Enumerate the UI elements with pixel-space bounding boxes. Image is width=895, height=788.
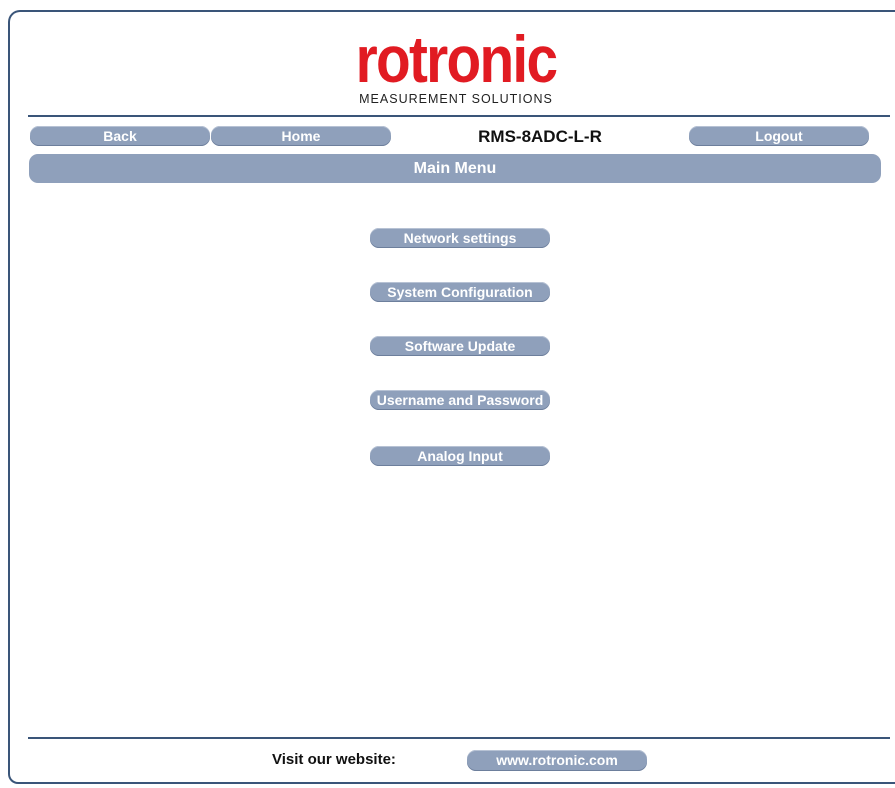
- footer-visit-label: Visit our website:: [272, 751, 396, 768]
- username-password-button[interactable]: Username and Password: [370, 390, 550, 410]
- system-configuration-button[interactable]: System Configuration: [370, 282, 550, 302]
- rotronic-logo: rotronic MEASUREMENT SOLUTIONS: [0, 22, 895, 106]
- website-link-button[interactable]: www.rotronic.com: [467, 750, 647, 771]
- logout-button[interactable]: Logout: [689, 126, 869, 146]
- page-title: Main Menu: [29, 154, 881, 183]
- network-settings-button[interactable]: Network settings: [370, 228, 550, 248]
- device-name: RMS-8ADC-L-R: [478, 127, 602, 146]
- analog-input-button[interactable]: Analog Input: [370, 446, 550, 466]
- home-button[interactable]: Home: [211, 126, 391, 146]
- footer-divider: [28, 737, 890, 739]
- header-divider: [28, 115, 890, 117]
- logo-wordmark: rotronic: [355, 22, 558, 96]
- back-button[interactable]: Back: [30, 126, 210, 146]
- software-update-button[interactable]: Software Update: [370, 336, 550, 356]
